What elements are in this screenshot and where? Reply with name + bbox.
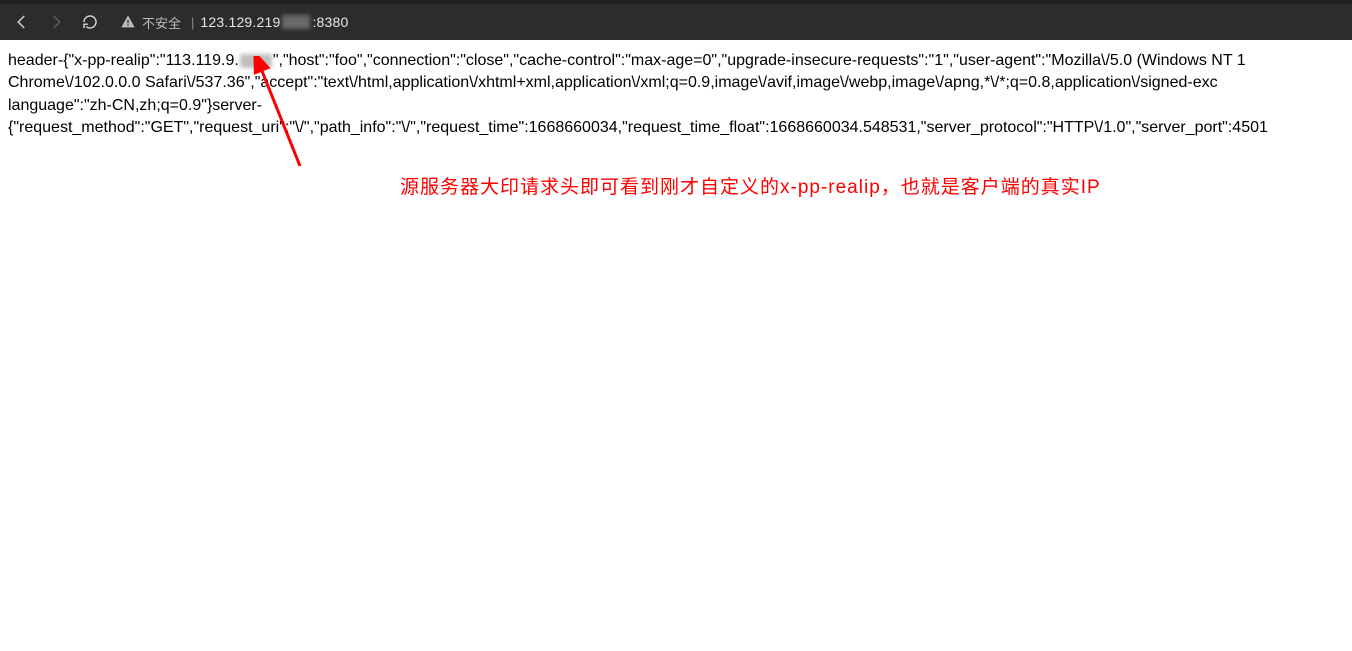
browser-toolbar: 不安全 | 123.129.219 :8380 [0,4,1352,40]
insecure-warning-icon [120,14,136,30]
response-text-2: Chrome\/102.0.0.0 Safari\/537.36","accep… [8,74,1218,91]
address-bar[interactable]: 不安全 | 123.129.219 :8380 [110,8,1344,36]
url-blur [282,15,310,29]
forward-button[interactable] [42,8,70,36]
ip-blur [240,54,272,68]
url-text: 123.129.219 :8380 [200,14,348,30]
insecure-label: 不安全 [142,13,181,32]
response-text-1a: header-{"x-pp-realip":"113.119.9. [8,52,239,69]
response-text-4: {"request_method":"GET","request_uri":"\… [8,119,1268,136]
separator: | [191,15,194,30]
response-text-3: language":"zh-CN,zh;q=0.9"}server- [8,97,262,114]
response-text-1b: ","host":"foo","connection":"close","cac… [273,52,1246,69]
back-button[interactable] [8,8,36,36]
annotation-text: 源服务器大印请求头即可看到刚才自定义的x-pp-realip，也就是客户端的真实… [400,172,1101,199]
page-body: header-{"x-pp-realip":"113.119.9. ","host… [0,40,1352,140]
reload-button[interactable] [76,8,104,36]
